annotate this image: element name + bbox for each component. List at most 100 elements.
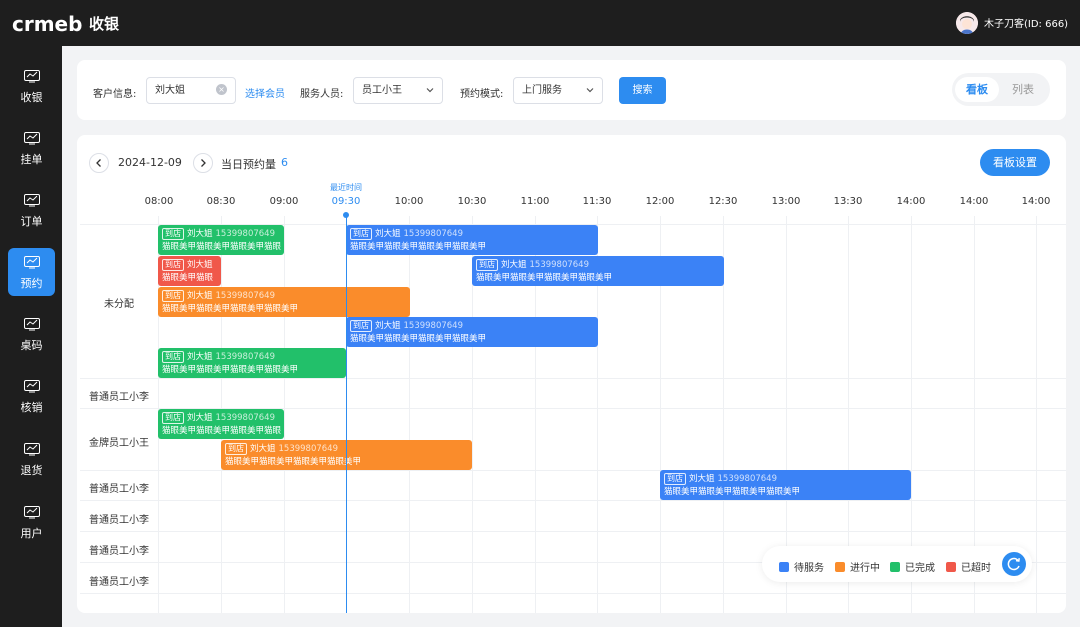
appointment-customer: 刘大姐 (375, 321, 401, 331)
time-label: 08:00 (144, 196, 174, 207)
appointment-service: 猫眼美甲猫眼美甲猫眼美甲猫眼美甲 (476, 273, 613, 283)
time-label: 11:00 (520, 196, 550, 207)
time-label: 13:00 (771, 196, 801, 207)
appointment-card[interactable]: 到店 刘大姐 15399807649 猫眼美甲猫眼美甲猫眼美甲猫眼美甲 (221, 440, 472, 470)
time-label: 14:00 (1021, 196, 1051, 207)
time-label: 11:30 (582, 196, 612, 207)
time-label: 14:00 (959, 196, 989, 207)
sidebar-item-verify[interactable]: 核销 (8, 372, 55, 420)
page-title: 收银 (89, 15, 120, 33)
avatar-icon (956, 12, 978, 34)
legend-label: 已超时 (961, 563, 991, 574)
avatar[interactable] (956, 12, 978, 34)
employee-label: 普通员工小李 (89, 546, 149, 557)
grid-line (80, 531, 1066, 532)
appointment-card[interactable]: 到店 刘大姐 15399807649 猫眼美甲猫眼美甲猫眼美甲猫眼美甲 (346, 317, 598, 347)
appointment-card[interactable]: 到店 刘大姐 15399807649 猫眼美甲猫眼美甲猫眼美甲猫眼美甲 (472, 256, 724, 286)
daily-count-label: 当日预约量 (221, 158, 276, 171)
choose-member-link[interactable]: 选择会员 (245, 85, 285, 100)
chevron-down-icon (586, 88, 594, 93)
sidebar-item-orders[interactable]: 订单 (8, 186, 55, 234)
appointment-customer: 刘大姐 (187, 291, 213, 301)
time-label: 08:30 (206, 196, 236, 207)
appointment-phone: 15399807649 (215, 229, 276, 239)
appointment-phone: 15399807649 (278, 444, 339, 454)
appointment-phone: 15399807649 (403, 321, 464, 331)
employee-label: 普通员工小李 (89, 392, 149, 403)
prev-day-button[interactable] (89, 153, 109, 173)
monitor-icon (24, 70, 40, 83)
sidebar-item-appointments[interactable]: 预约 (8, 248, 55, 296)
board-date: 2024-12-09 (118, 156, 182, 169)
monitor-icon (24, 132, 40, 145)
appointment-service: 猫眼美甲猫眼美甲猫眼美甲猫眼 (162, 426, 282, 436)
legend-swatch (890, 562, 900, 572)
appointment-customer: 刘大姐 (187, 352, 213, 362)
time-label: 12:00 (645, 196, 675, 207)
board-settings-button[interactable]: 看板设置 (980, 149, 1050, 176)
monitor-icon (24, 194, 40, 207)
sidebar-item-label: 核销 (20, 401, 43, 414)
appointment-card[interactable]: 到店 刘大姐 猫眼美甲猫眼 (158, 256, 221, 286)
grid-line (409, 216, 410, 613)
refresh-icon (1007, 557, 1020, 571)
appointment-tag: 到店 (664, 473, 686, 485)
next-day-button[interactable] (193, 153, 213, 173)
sidebar-item-label: 收银 (20, 91, 43, 104)
refresh-button[interactable] (1002, 552, 1026, 576)
appointment-service: 猫眼美甲猫眼美甲猫眼美甲猫眼美甲 (350, 334, 487, 344)
time-label: 10:00 (394, 196, 424, 207)
time-label: 14:00 (896, 196, 926, 207)
monitor-icon (24, 506, 40, 519)
grid-line (80, 470, 1066, 471)
employee-label: 金牌员工小王 (89, 438, 149, 449)
current-time-line (345, 214, 347, 613)
employee-label: 普通员工小李 (89, 484, 149, 495)
appointment-service: 猫眼美甲猫眼美甲猫眼美甲猫眼美甲 (162, 365, 299, 375)
employee-label: 普通员工小李 (89, 515, 149, 526)
clear-icon[interactable]: × (216, 84, 227, 95)
monitor-icon (24, 256, 40, 269)
sidebar-item-returns[interactable]: 退货 (8, 435, 55, 483)
appointment-card[interactable]: 到店 刘大姐 15399807649 猫眼美甲猫眼美甲猫眼美甲猫眼美甲 (660, 470, 911, 500)
legend-pending: 待服务 (779, 559, 824, 574)
legend-overtime: 已超时 (946, 559, 991, 574)
chevron-left-icon (96, 159, 101, 167)
sidebar-item-hold[interactable]: 挂单 (8, 124, 55, 172)
appointment-tag: 到店 (162, 228, 184, 240)
appointment-card[interactable]: 到店 刘大姐 15399807649 猫眼美甲猫眼美甲猫眼美甲猫眼美甲 (158, 348, 346, 378)
appointment-tag: 到店 (162, 351, 184, 363)
sidebar-item-cashier[interactable]: 收银 (8, 62, 55, 110)
sidebar-item-users[interactable]: 用户 (8, 498, 55, 546)
view-list-button[interactable]: 列表 (1001, 77, 1045, 102)
sidebar-item-label: 预约 (20, 277, 43, 290)
appointment-tag: 到店 (350, 228, 372, 240)
appointment-phone: 15399807649 (529, 260, 590, 270)
time-label: 09:00 (269, 196, 299, 207)
monitor-icon (24, 443, 40, 456)
legend-label: 已完成 (905, 563, 935, 574)
appointment-card[interactable]: 到店 刘大姐 15399807649 猫眼美甲猫眼美甲猫眼美甲猫眼 (158, 409, 284, 439)
appointment-tag: 到店 (162, 259, 184, 271)
appointment-phone: 15399807649 (403, 229, 464, 239)
now-caption: 最近时间 (330, 183, 362, 192)
current-time-dot (343, 212, 349, 218)
grid-line (80, 500, 1066, 501)
legend-label: 进行中 (850, 563, 880, 574)
appointment-phone: 15399807649 (215, 352, 276, 362)
appointment-service: 猫眼美甲猫眼美甲猫眼美甲猫眼美甲 (350, 242, 487, 252)
app-logo[interactable]: crmeb (12, 12, 82, 36)
sidebar-item-label: 挂单 (20, 153, 43, 166)
appointment-service: 猫眼美甲猫眼美甲猫眼美甲猫眼 (162, 242, 282, 252)
appointment-card[interactable]: 到店 刘大姐 15399807649 猫眼美甲猫眼美甲猫眼美甲猫眼美甲 (158, 287, 410, 317)
legend-swatch (779, 562, 789, 572)
appointment-customer: 刘大姐 (375, 229, 401, 239)
view-board-button[interactable]: 看板 (955, 77, 999, 102)
appointment-card[interactable]: 到店 刘大姐 15399807649 猫眼美甲猫眼美甲猫眼美甲猫眼 (158, 225, 284, 255)
appointment-service: 猫眼美甲猫眼 (162, 273, 214, 283)
time-label: 13:30 (833, 196, 863, 207)
search-button[interactable]: 搜索 (619, 77, 666, 104)
sidebar-item-table-code[interactable]: 桌码 (8, 310, 55, 358)
appointment-card[interactable]: 到店 刘大姐 15399807649 猫眼美甲猫眼美甲猫眼美甲猫眼美甲 (346, 225, 598, 255)
user-name[interactable]: 木子刀客(ID: 666) (984, 15, 1068, 30)
